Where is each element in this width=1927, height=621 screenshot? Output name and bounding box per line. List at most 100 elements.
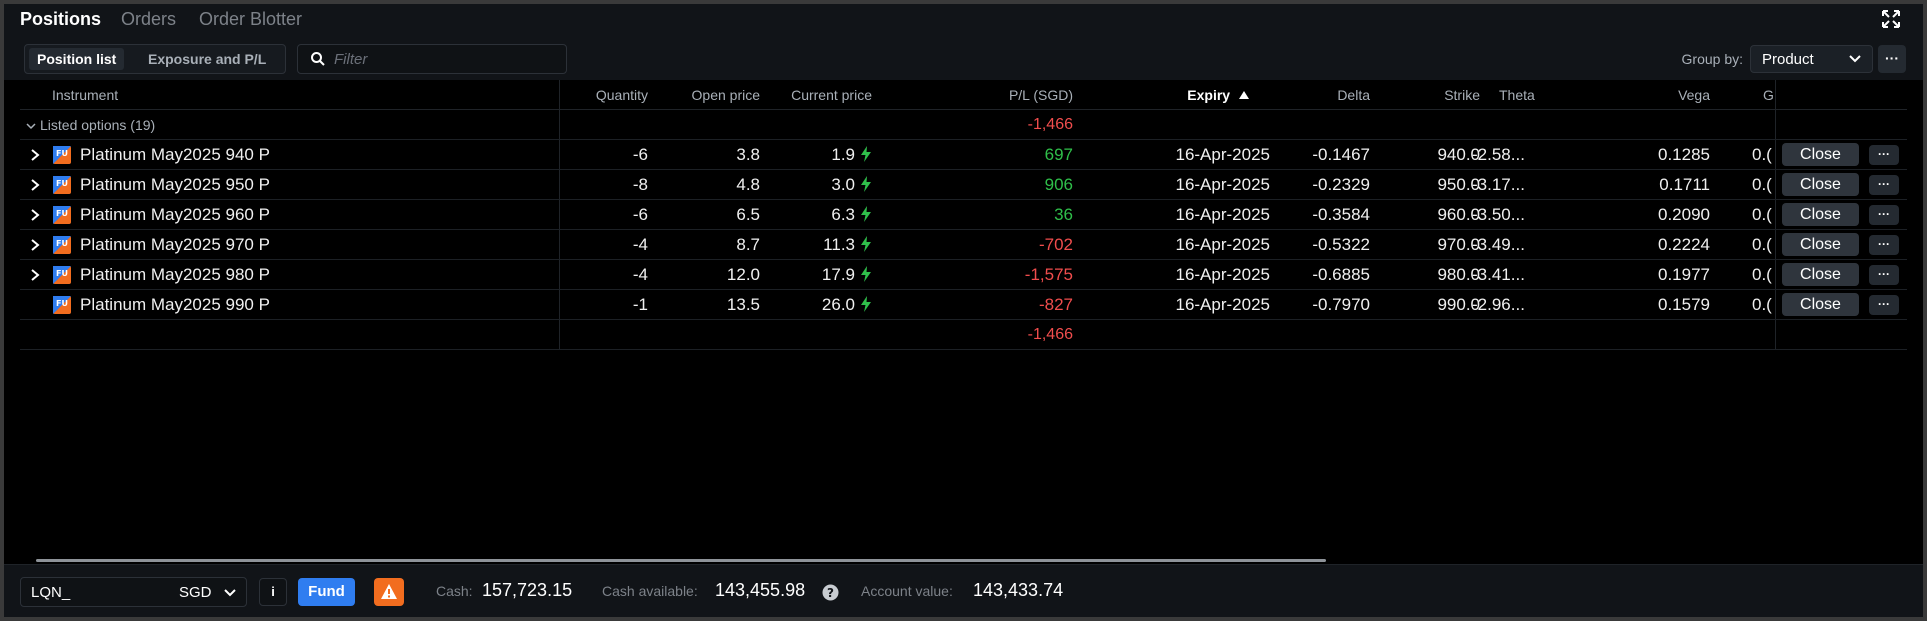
product-icon: FU xyxy=(53,206,71,224)
chevron-right-icon[interactable] xyxy=(30,179,40,191)
chevron-right-icon[interactable] xyxy=(30,149,40,161)
strike-cell: 970.0 xyxy=(1437,235,1480,254)
strike-cell: 990.0 xyxy=(1437,295,1480,314)
table-row[interactable]: FU Platinum May2025 970 P -4 8.7 -702 16-Apr-… xyxy=(20,230,1907,260)
instrument-cell[interactable]: Platinum May2025 970 P xyxy=(80,235,270,255)
fund-button[interactable]: Fund xyxy=(298,578,355,606)
instrument-cell[interactable]: Platinum May2025 960 P xyxy=(80,205,270,225)
lightning-icon xyxy=(861,176,871,192)
pl-cell: 697 xyxy=(1044,145,1073,164)
chevron-right-icon[interactable] xyxy=(30,239,40,251)
chevron-right-icon[interactable] xyxy=(30,269,40,281)
current-price-cell: 26.0 xyxy=(758,295,872,315)
exposure-pl-button[interactable]: Exposure and P/L xyxy=(140,48,274,70)
tab-positions[interactable]: Positions xyxy=(20,9,101,30)
col-current-price[interactable]: Current price xyxy=(758,87,872,103)
close-position-button[interactable]: Close xyxy=(1782,233,1859,256)
expiry-cell: 16-Apr-2025 xyxy=(1175,145,1270,164)
open-price-cell: 3.8 xyxy=(736,145,760,164)
table-row[interactable]: FU Platinum May2025 940 P -6 3.8 697 16-Apr-2… xyxy=(20,140,1907,170)
instrument-cell[interactable]: Platinum May2025 990 P xyxy=(80,295,270,315)
row-more-button[interactable]: ··· xyxy=(1869,205,1899,225)
instrument-cell[interactable]: Platinum May2025 950 P xyxy=(80,175,270,195)
expiry-cell: 16-Apr-2025 xyxy=(1175,205,1270,224)
tab-order-blotter[interactable]: Order Blotter xyxy=(199,9,302,30)
col-expiry[interactable]: Expiry xyxy=(1120,87,1250,103)
quantity-cell: -4 xyxy=(632,235,648,254)
delta-cell: -0.2329 xyxy=(1312,175,1370,194)
col-g[interactable]: G xyxy=(1763,87,1774,103)
close-position-button[interactable]: Close xyxy=(1782,293,1859,316)
col-strike[interactable]: Strike xyxy=(1380,87,1480,103)
tab-orders[interactable]: Orders xyxy=(121,9,176,30)
col-delta[interactable]: Delta xyxy=(1280,87,1370,103)
lightning-icon xyxy=(861,296,871,312)
row-more-button[interactable]: ··· xyxy=(1869,235,1899,255)
close-position-button[interactable]: Close xyxy=(1782,143,1859,166)
table-row[interactable]: FU Platinum May2025 980 P -4 12.0 -1,575 16-A… xyxy=(20,260,1907,290)
col-vega[interactable]: Vega xyxy=(1600,87,1710,103)
expand-icon[interactable] xyxy=(1881,9,1901,29)
col-pl[interactable]: P/L (SGD) xyxy=(940,87,1073,103)
chevron-right-icon[interactable] xyxy=(30,209,40,221)
account-select[interactable]: LQN_ SGD xyxy=(20,577,247,607)
current-price-cell: 6.3 xyxy=(758,205,872,225)
help-icon[interactable]: ? xyxy=(822,584,839,601)
row-more-button[interactable]: ··· xyxy=(1869,175,1899,195)
lightning-icon xyxy=(861,146,871,162)
table-row[interactable]: FU Platinum May2025 950 P -8 4.8 906 16-Apr-2… xyxy=(20,170,1907,200)
theta-cell: -3.50... xyxy=(1472,205,1525,224)
horizontal-scrollbar[interactable] xyxy=(36,559,1326,562)
product-icon: FU xyxy=(53,266,71,284)
chevron-down-icon xyxy=(224,589,236,597)
warning-icon xyxy=(381,584,397,599)
search-icon xyxy=(311,52,325,66)
filter-input[interactable]: Filter xyxy=(297,44,567,74)
close-position-button[interactable]: Close xyxy=(1782,173,1859,196)
current-price-value: 6.3 xyxy=(831,205,855,224)
strike-cell: 950.0 xyxy=(1437,175,1480,194)
current-price-cell: 3.0 xyxy=(758,175,872,195)
group-by-select[interactable]: Product xyxy=(1750,45,1873,73)
account-info-button[interactable]: i xyxy=(259,578,287,606)
delta-cell: -0.1467 xyxy=(1312,145,1370,164)
product-badge-text: FU xyxy=(56,239,68,248)
account-id: LQN_ xyxy=(31,584,71,601)
instrument-cell[interactable]: Platinum May2025 980 P xyxy=(80,265,270,285)
table-header: Instrument Quantity Open price Current p… xyxy=(20,80,1907,110)
total-pl: -1,466 xyxy=(1027,326,1073,343)
row-more-button[interactable]: ··· xyxy=(1869,265,1899,285)
row-more-button[interactable]: ··· xyxy=(1869,145,1899,165)
col-open-price[interactable]: Open price xyxy=(660,87,760,103)
table-row[interactable]: FU Platinum May2025 990 P -1 13.5 -827 16-Apr… xyxy=(20,290,1907,320)
more-options-button[interactable]: ··· xyxy=(1878,45,1906,73)
table-row[interactable]: FU Platinum May2025 960 P -6 6.5 36 16-Apr-20… xyxy=(20,200,1907,230)
close-position-button[interactable]: Close xyxy=(1782,203,1859,226)
current-price-value: 26.0 xyxy=(821,295,855,314)
col-theta[interactable]: Theta xyxy=(1499,87,1535,103)
warning-button[interactable] xyxy=(374,578,404,606)
position-list-button[interactable]: Position list xyxy=(29,48,125,70)
group-by-value: Product xyxy=(1762,51,1814,68)
group-label-text: Listed options (19) xyxy=(40,117,156,133)
cash-label: Cash: xyxy=(436,583,473,599)
g-cell: 0.( xyxy=(1752,295,1772,314)
delta-cell: -0.5322 xyxy=(1312,235,1370,254)
col-quantity[interactable]: Quantity xyxy=(568,87,648,103)
toolbar: Position list Exposure and P/L Filter Gr… xyxy=(4,34,1923,80)
account-value-value: 143,433.74 xyxy=(973,580,1064,600)
product-badge-text: FU xyxy=(56,179,68,188)
view-toggle: Position list Exposure and P/L xyxy=(24,44,286,74)
g-cell: 0.( xyxy=(1752,205,1772,224)
group-row[interactable]: Listed options (19) -1,466 xyxy=(20,110,1907,140)
current-price-value: 3.0 xyxy=(831,175,855,194)
quantity-cell: -4 xyxy=(632,265,648,284)
close-position-button[interactable]: Close xyxy=(1782,263,1859,286)
account-currency: SGD xyxy=(179,584,212,601)
product-badge-text: FU xyxy=(56,299,68,308)
g-cell: 0.( xyxy=(1752,265,1772,284)
col-instrument[interactable]: Instrument xyxy=(52,87,118,103)
instrument-cell[interactable]: Platinum May2025 940 P xyxy=(80,145,270,165)
row-more-button[interactable]: ··· xyxy=(1869,295,1899,315)
current-price-cell: 1.9 xyxy=(758,145,872,165)
